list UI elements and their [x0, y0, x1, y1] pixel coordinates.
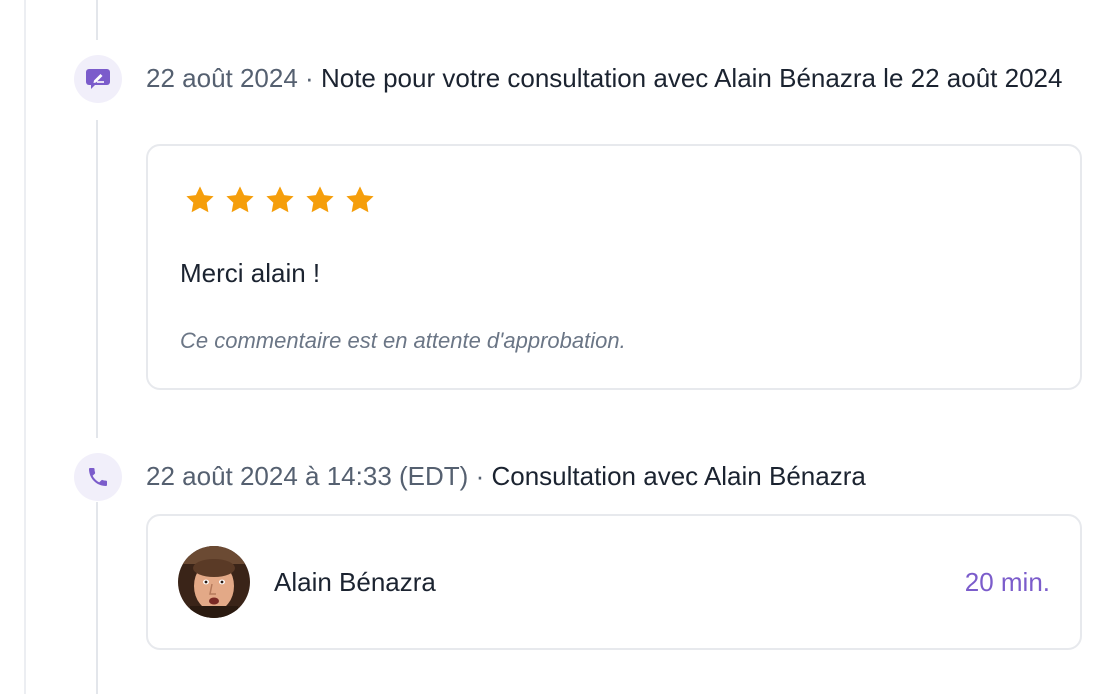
timeline-connector [96, 502, 98, 694]
consultation-card[interactable]: Alain Bénazra 20 min. [146, 514, 1082, 650]
call-duration: 20 min. [964, 567, 1050, 597]
timeline-connector [96, 0, 98, 40]
event-separator: · [305, 63, 314, 93]
approval-status: Ce commentaire est en attente d'approbat… [180, 328, 626, 353]
event-title: Note pour votre consultation avec Alain … [320, 63, 1063, 93]
timeline-connector [96, 120, 98, 438]
event-header-note: 22 août 2024 · Note pour votre consultat… [146, 64, 1066, 92]
left-border [24, 0, 26, 694]
star-rating [184, 184, 376, 216]
advisor-name: Alain Bénazra [274, 567, 436, 597]
note-card: Merci alain ! Ce commentaire est en atte… [146, 144, 1082, 390]
event-date: 22 août 2024 à 14:33 (EDT) [146, 461, 469, 491]
event-header-call: 22 août 2024 à 14:33 (EDT) · Consultatio… [146, 462, 1066, 490]
avatar [178, 546, 250, 618]
star-icon [346, 186, 374, 213]
star-icon [186, 186, 214, 213]
star-icon [306, 186, 334, 213]
comment-text: Merci alain ! [180, 258, 321, 288]
note-edit-icon [74, 55, 122, 103]
event-date: 22 août 2024 [146, 63, 298, 93]
event-title: Consultation avec Alain Bénazra [491, 461, 866, 491]
event-separator: · [475, 461, 485, 491]
timeline-page: 22 août 2024 · Note pour votre consultat… [0, 0, 1116, 694]
star-icon [266, 186, 294, 213]
star-icon [226, 186, 254, 213]
phone-icon [74, 453, 122, 501]
